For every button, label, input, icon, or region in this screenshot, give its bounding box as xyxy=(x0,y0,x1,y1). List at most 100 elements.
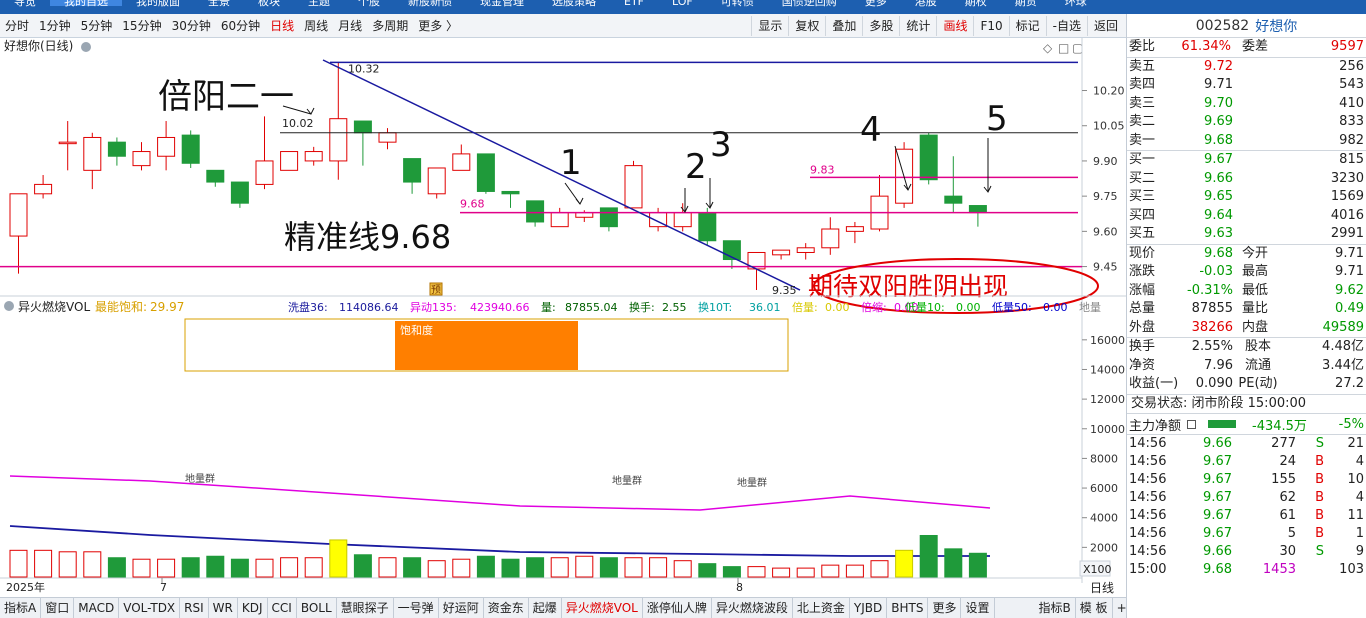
tool-button-7[interactable]: 标记 xyxy=(1008,16,1046,36)
tool-button-1[interactable]: 复权 xyxy=(788,16,825,36)
tool-button-4[interactable]: 统计 xyxy=(899,16,936,36)
weicha-value: 9597 xyxy=(1330,39,1364,54)
vol-stat-key-9: 地量 xyxy=(1079,301,1101,314)
indicator-tab-5[interactable]: WR xyxy=(209,598,238,618)
indicator-tab-0[interactable]: 指标A xyxy=(0,598,42,618)
diamond-icon[interactable]: ◇ xyxy=(1043,41,1053,55)
indicator-tab-12[interactable]: 资金东 xyxy=(484,598,529,618)
tool-button-3[interactable]: 多股 xyxy=(862,16,899,36)
indicator-tab-8[interactable]: BOLL xyxy=(297,598,337,618)
tool-button-8[interactable]: -自选 xyxy=(1045,16,1087,36)
topnav-item-4[interactable]: 板块 xyxy=(244,0,294,7)
volume-bar xyxy=(501,558,520,578)
stock-name[interactable]: 好想你 xyxy=(1255,16,1297,36)
tool-button-0[interactable]: 显示 xyxy=(751,16,788,36)
tool-button-9[interactable]: 返回 xyxy=(1086,16,1124,36)
topnav-item-11[interactable]: LOF xyxy=(658,0,707,7)
tool-button-2[interactable]: 叠加 xyxy=(825,16,862,36)
candle-body xyxy=(329,118,348,162)
topnav-item-5[interactable]: 主题 xyxy=(294,0,344,7)
topnav-item-1[interactable]: 我的自选 xyxy=(50,0,122,7)
indicator-tab-14[interactable]: 异火燃烧VOL xyxy=(562,598,643,618)
info2-label2-1: 流通 xyxy=(1244,357,1271,373)
candle-body xyxy=(821,228,840,249)
candle-body xyxy=(476,153,495,192)
indicator-tab-17[interactable]: 北上资金 xyxy=(793,598,850,618)
vol-settings-icon[interactable] xyxy=(4,301,14,311)
kline-settings-icon[interactable] xyxy=(81,42,91,52)
volume-bar xyxy=(9,549,28,578)
period-tab-0[interactable]: 分时 xyxy=(0,17,34,34)
vol-tick-label: 2000 xyxy=(1090,541,1118,554)
vol-stat-key-3: 换手: xyxy=(629,300,655,314)
topnav-item-16[interactable]: 期权 xyxy=(951,0,1001,7)
period-tab-1[interactable]: 1分钟 xyxy=(34,17,76,34)
indicator-tab-15[interactable]: 涨停仙人牌 xyxy=(643,598,712,618)
period-tab-10[interactable]: 更多 〉 xyxy=(413,17,463,34)
volume-bar xyxy=(673,560,692,578)
tick-volume-1: 24 xyxy=(1279,454,1296,469)
indicator-tab-11[interactable]: 好运阿 xyxy=(439,598,484,618)
candle-body xyxy=(107,141,126,157)
volume-bar xyxy=(747,566,766,578)
indicator-tab-16[interactable]: 异火燃烧波段 xyxy=(712,598,793,618)
period-tab-7[interactable]: 周线 xyxy=(299,17,333,34)
topnav-item-18[interactable]: 环球 xyxy=(1051,0,1101,7)
indicator-tab-1[interactable]: 窗口 xyxy=(41,598,75,618)
topnav-item-6[interactable]: 个股 xyxy=(344,0,394,7)
indicator-tab-13[interactable]: 起爆 xyxy=(529,598,562,618)
label-983: 9.83 xyxy=(810,163,835,176)
indicator-tab-24[interactable]: + xyxy=(1113,598,1126,618)
tool-button-5[interactable]: 画线 xyxy=(936,16,973,36)
indicator-tab-4[interactable]: RSI xyxy=(180,598,209,618)
indicator-tab-6[interactable]: KDJ xyxy=(238,598,268,618)
period-tab-3[interactable]: 15分钟 xyxy=(117,17,166,34)
volume-bar xyxy=(280,557,299,578)
period-tab-4[interactable]: 30分钟 xyxy=(167,17,216,34)
weibi-label: 委比 xyxy=(1129,39,1156,54)
indicator-tab-7[interactable]: CCI xyxy=(268,598,297,618)
topnav-item-12[interactable]: 可转债 xyxy=(707,0,768,7)
indicator-tab-23[interactable]: 模 板 xyxy=(1076,598,1113,618)
tick-count-7: 103 xyxy=(1339,562,1364,577)
label-968: 9.68 xyxy=(460,198,485,211)
zhuli-label: 主力净额 xyxy=(1129,418,1182,434)
indicator-tab-10[interactable]: 一号弹 xyxy=(394,598,439,618)
candle xyxy=(845,221,864,244)
indicator-tab-19[interactable]: BHTS xyxy=(887,598,929,618)
topnav-item-13[interactable]: 国债逆回购 xyxy=(768,0,851,7)
topnav-item-14[interactable]: 更多 xyxy=(851,0,901,7)
period-tab-2[interactable]: 5分钟 xyxy=(76,17,118,34)
indicator-tab-3[interactable]: VOL-TDX xyxy=(119,598,181,618)
indicator-tab-18[interactable]: YJBD xyxy=(850,598,888,618)
period-tab-9[interactable]: 多周期 xyxy=(367,17,413,34)
tool-button-6[interactable]: F10 xyxy=(973,16,1008,36)
topnav-item-15[interactable]: 港股 xyxy=(901,0,951,7)
indicator-tab-22[interactable]: 指标B xyxy=(1035,598,1076,618)
topnav-item-9[interactable]: 选股策略 xyxy=(538,0,610,7)
chart-area[interactable]: 好想你(日线) ◇ □ ▢ 10.2010.059.909.759.609.45… xyxy=(0,38,1126,598)
bids-volume-0: 815 xyxy=(1339,152,1364,167)
indicator-tab-20[interactable]: 更多 xyxy=(928,598,962,618)
topnav-item-8[interactable]: 现金管理 xyxy=(466,0,538,7)
info2-value-2: 0.090 xyxy=(1195,376,1233,391)
indicator-tab-21[interactable]: 设置 xyxy=(961,598,995,618)
topnav-item-2[interactable]: 我的版面 xyxy=(122,0,194,7)
topnav-item-7[interactable]: 新股新债 xyxy=(394,0,466,7)
period-tab-8[interactable]: 月线 xyxy=(333,17,367,34)
info-value-2: -0.31% xyxy=(1187,282,1233,298)
topnav-item-3[interactable]: 全景 xyxy=(194,0,244,7)
period-tab-6[interactable]: 日线 xyxy=(265,17,299,34)
info-value2-0: 9.71 xyxy=(1335,245,1364,261)
period-tab-5[interactable]: 60分钟 xyxy=(216,17,265,34)
topnav-item-10[interactable]: ETF xyxy=(610,0,658,7)
indicator-tab-9[interactable]: 慧眼探子 xyxy=(337,598,394,618)
tick-flag-0: S xyxy=(1315,436,1324,451)
indicator-tab-2[interactable]: MACD xyxy=(74,598,120,618)
restore-icon[interactable]: □ xyxy=(1058,41,1069,55)
info-label-1: 涨跌 xyxy=(1129,264,1156,279)
ground-volume-label: 地量群 xyxy=(612,474,642,487)
asks-volume-2: 410 xyxy=(1339,95,1364,111)
topnav-item-17[interactable]: 期货 xyxy=(1001,0,1051,7)
topnav-item-0[interactable]: 导览 xyxy=(0,0,50,7)
